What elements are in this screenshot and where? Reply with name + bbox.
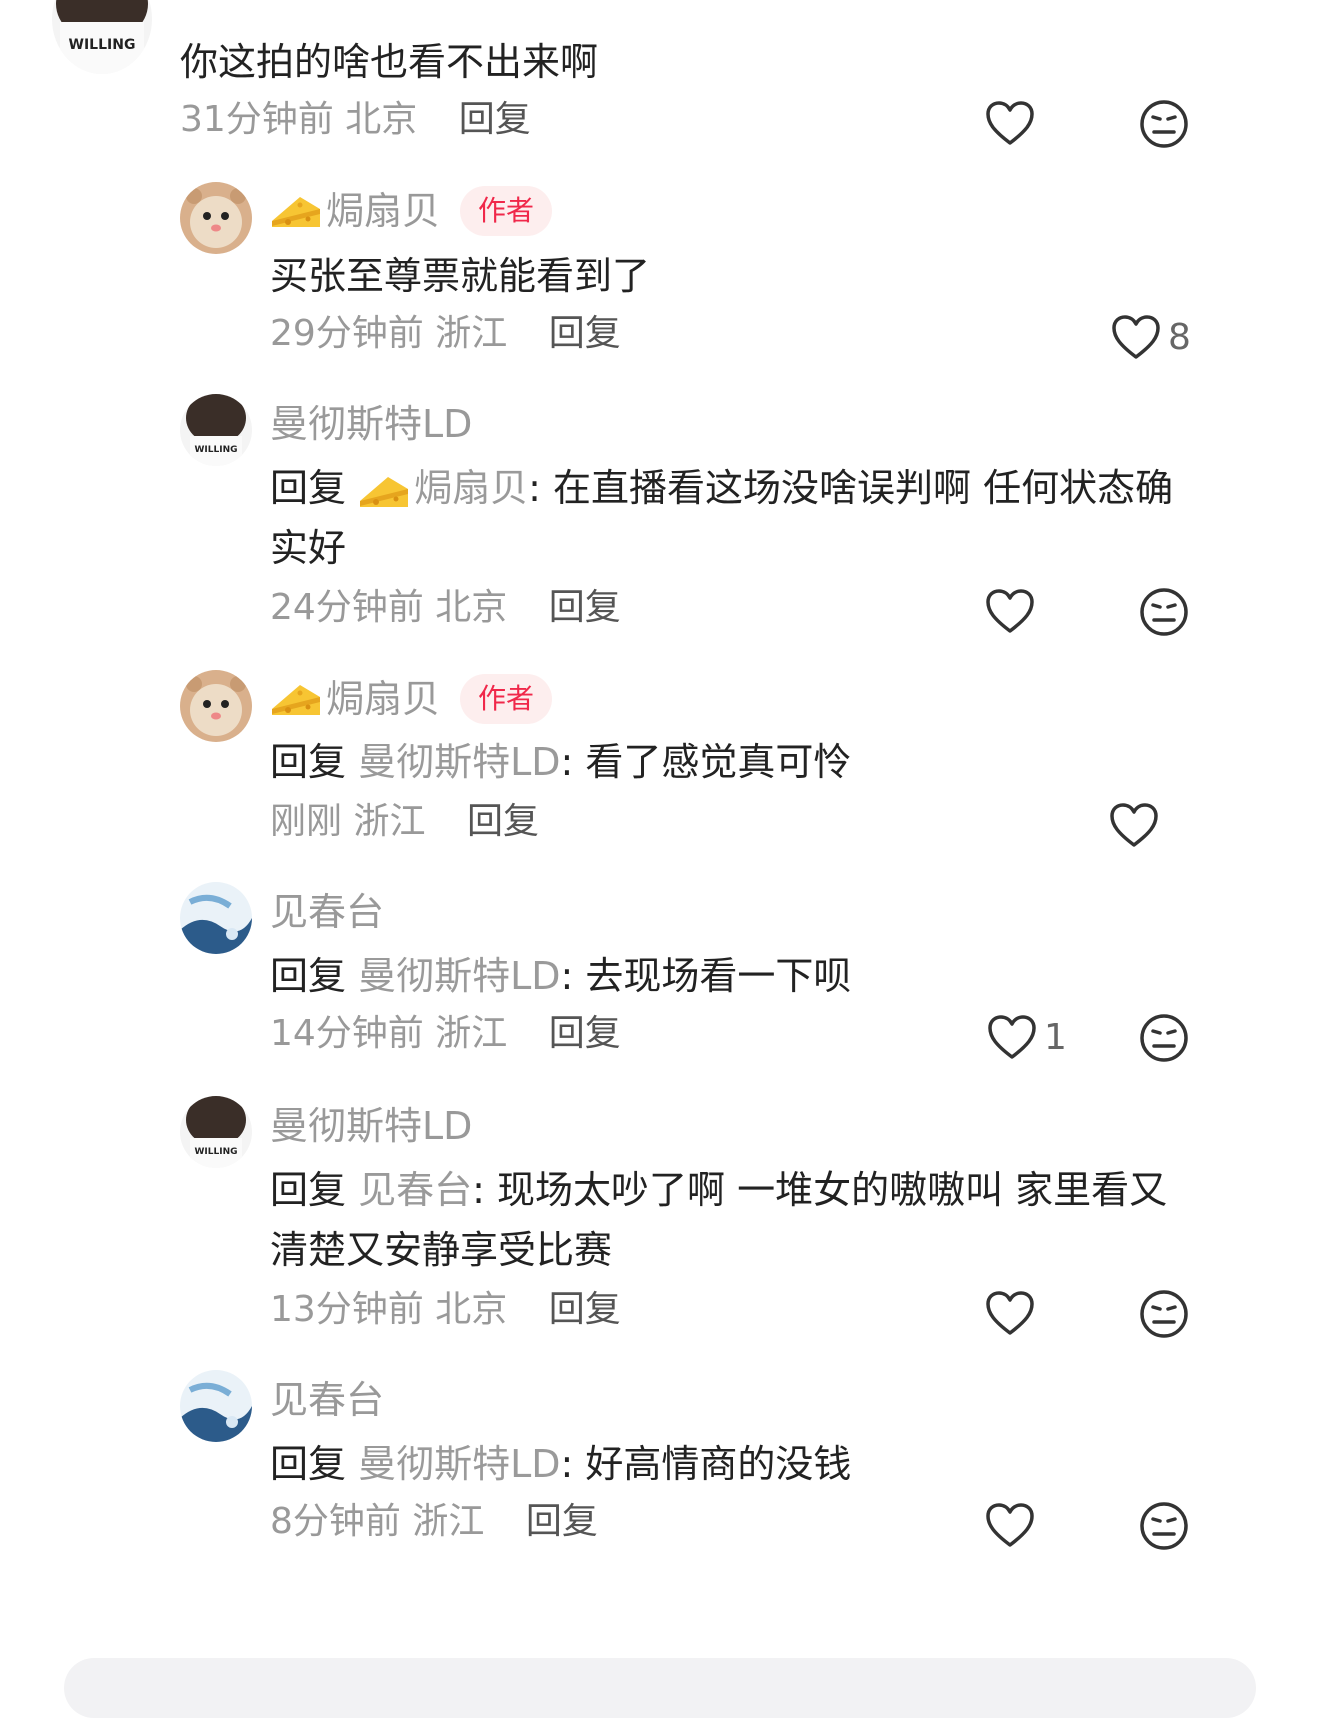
comment-location: 浙江 [435,313,508,354]
reply-prefix: 回复 [270,466,347,510]
author-name: 曼彻斯特LD [270,1104,473,1148]
comment-meta: 13分钟前 北京 回复 [270,1288,621,1332]
comment-time: 14分钟前 [270,1013,424,1054]
avatar[interactable] [180,670,252,742]
comment-time: 24分钟前 [270,587,424,628]
comment-time: 刚刚 [270,801,343,842]
comment-author[interactable]: 曼彻斯特LD [270,402,472,446]
comment-author[interactable]: 焗扇贝 作者 [270,186,553,236]
comment-location: 浙江 [353,801,426,842]
comment-time: 8分钟前 [270,1501,401,1542]
comment-location: 浙江 [412,1501,485,1542]
comment-author[interactable]: 焗扇贝 作者 [270,674,553,724]
avatar[interactable]: WILLING [52,0,152,74]
comment-body: : 在直播看这场没啥误判啊 任何状态确 [528,466,1174,510]
meh-face-icon[interactable] [1138,1012,1190,1064]
comment-text: 回复 焗扇贝: 在直播看这场没啥误判啊 任何状态确 [270,466,1173,511]
mention-link[interactable]: 曼彻斯特LD [358,954,560,998]
reply-button[interactable]: 回复 [467,801,539,842]
comment-author[interactable]: 见春台 [270,1378,384,1422]
mention-link[interactable]: 见春台 [358,1168,472,1212]
comment-time: 31分钟前 [180,99,334,140]
reply-button[interactable]: 回复 [549,1013,621,1054]
comment-text: 买张至尊票就能看到了 [270,254,651,298]
author-badge: 作者 [460,674,553,724]
reply-button[interactable]: 回复 [549,587,621,628]
mention-link[interactable]: 曼彻斯特LD [358,740,560,784]
comment-body: : 去现场看一下呗 [560,954,852,998]
comment-location: 浙江 [435,1013,508,1054]
comment-author[interactable]: 见春台 [270,890,384,934]
comment-meta: 8分钟前 浙江 回复 [270,1500,598,1544]
comment-text-continued: 实好 [270,526,347,570]
comment-text: 回复 曼彻斯特LD: 看了感觉真可怜 [270,740,851,784]
reply-prefix: 回复 [270,1442,347,1486]
avatar[interactable]: WILLING [180,394,252,466]
like-count: 1 [1044,1017,1067,1058]
avatar[interactable] [180,182,252,254]
comment-meta: 刚刚 浙江 回复 [270,800,539,844]
heart-icon[interactable] [1108,800,1160,852]
heart-icon[interactable] [986,1012,1038,1064]
author-name: 曼彻斯特LD [270,402,473,446]
reply-prefix: 回复 [270,954,347,998]
meh-face-icon[interactable] [1138,1288,1190,1340]
heart-icon[interactable] [984,1500,1036,1552]
comment-meta: 14分钟前 浙江 回复 [270,1012,621,1056]
heart-icon[interactable] [984,586,1036,638]
author-badge: 作者 [460,186,553,236]
comment-time: 29分钟前 [270,313,424,354]
comment-text: 回复 曼彻斯特LD: 去现场看一下呗 [270,954,851,998]
author-name: 焗扇贝 [326,677,441,721]
reply-button[interactable]: 回复 [549,313,621,354]
reply-button[interactable]: 回复 [549,1289,621,1330]
cheese-icon [358,471,410,511]
comment-time: 13分钟前 [270,1289,424,1330]
mention-link[interactable]: 曼彻斯特LD [358,1442,560,1486]
mention-link[interactable]: 焗扇贝 [414,466,528,510]
comment-text: 你这拍的啥也看不出来啊 [180,40,599,84]
comment-author[interactable]: 曼彻斯特LD [270,1104,472,1148]
avatar[interactable]: WILLING [180,1096,252,1168]
reply-prefix: 回复 [270,1168,347,1212]
comment-body: : 好高情商的没钱 [560,1442,852,1486]
reply-button[interactable]: 回复 [459,99,531,140]
author-name: 焗扇贝 [326,189,441,233]
heart-icon[interactable] [1110,312,1162,364]
cheese-icon [270,679,322,719]
svg-text:WILLING: WILLING [194,1147,237,1157]
avatar[interactable] [180,1370,252,1442]
cheese-icon [270,191,322,231]
comment-meta: 29分钟前 浙江 回复 [270,312,621,356]
comment-location: 北京 [435,587,508,628]
comment-input-bar[interactable] [64,1658,1256,1718]
meh-face-icon[interactable] [1138,98,1190,150]
like-count: 8 [1168,317,1191,358]
comment-meta: 31分钟前 北京 回复 [180,98,531,142]
comment-text-continued: 清楚又安静享受比赛 [270,1228,613,1272]
avatar[interactable] [180,882,252,954]
comment-text: 回复 曼彻斯特LD: 好高情商的没钱 [270,1442,851,1486]
heart-icon[interactable] [984,98,1036,150]
comment-location: 北京 [345,99,418,140]
comment-text: 回复 见春台: 现场太吵了啊 一堆女的嗷嗷叫 家里看又 [270,1168,1167,1212]
reply-button[interactable]: 回复 [526,1501,598,1542]
reply-prefix: 回复 [270,740,347,784]
comment-body: : 看了感觉真可怜 [560,740,852,784]
comment-meta: 24分钟前 北京 回复 [270,586,621,630]
author-name: 见春台 [270,890,385,934]
heart-icon[interactable] [984,1288,1036,1340]
svg-text:WILLING: WILLING [69,37,136,53]
meh-face-icon[interactable] [1138,1500,1190,1552]
author-name: 见春台 [270,1378,385,1422]
meh-face-icon[interactable] [1138,586,1190,638]
comment-location: 北京 [435,1289,508,1330]
comment-body: : 现场太吵了啊 一堆女的嗷嗷叫 家里看又 [472,1168,1168,1212]
svg-text:WILLING: WILLING [194,445,237,455]
